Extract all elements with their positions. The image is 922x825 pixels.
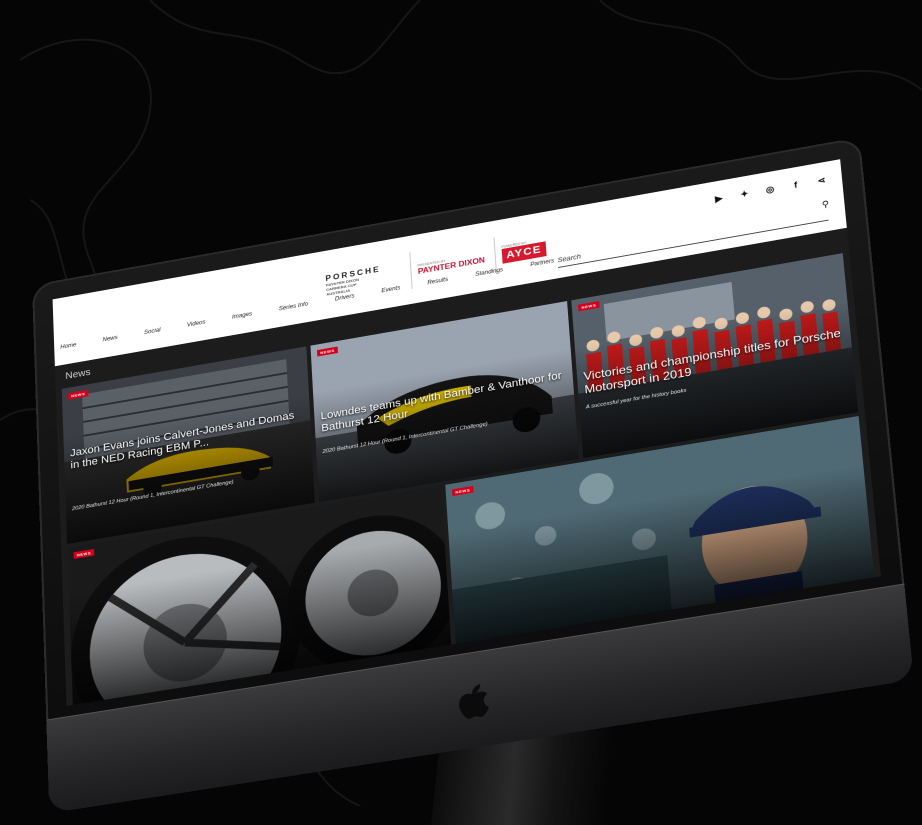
nav-item-social[interactable]: Social (144, 328, 161, 336)
youtube-icon[interactable]: ▶ (713, 193, 725, 205)
social-links: ▶ ✦ ◎ f ⋖ (713, 175, 827, 205)
facebook-icon[interactable]: f (790, 179, 802, 191)
search-field[interactable] (556, 202, 829, 268)
nav-item-home[interactable]: Home (60, 342, 76, 350)
nav-item-videos[interactable]: Videos (187, 320, 206, 329)
nav-item-news[interactable]: News (102, 335, 117, 343)
twitter-icon[interactable]: ✦ (739, 188, 751, 200)
apple-icon (456, 682, 490, 721)
search-input[interactable] (557, 210, 829, 265)
share-icon[interactable]: ⋖ (816, 175, 828, 187)
nav-item-series-info[interactable]: Series Info (279, 302, 309, 313)
news-heading: News (65, 367, 91, 382)
nav-item-images[interactable]: Images (232, 312, 252, 321)
instagram-icon[interactable]: ◎ (764, 184, 776, 196)
